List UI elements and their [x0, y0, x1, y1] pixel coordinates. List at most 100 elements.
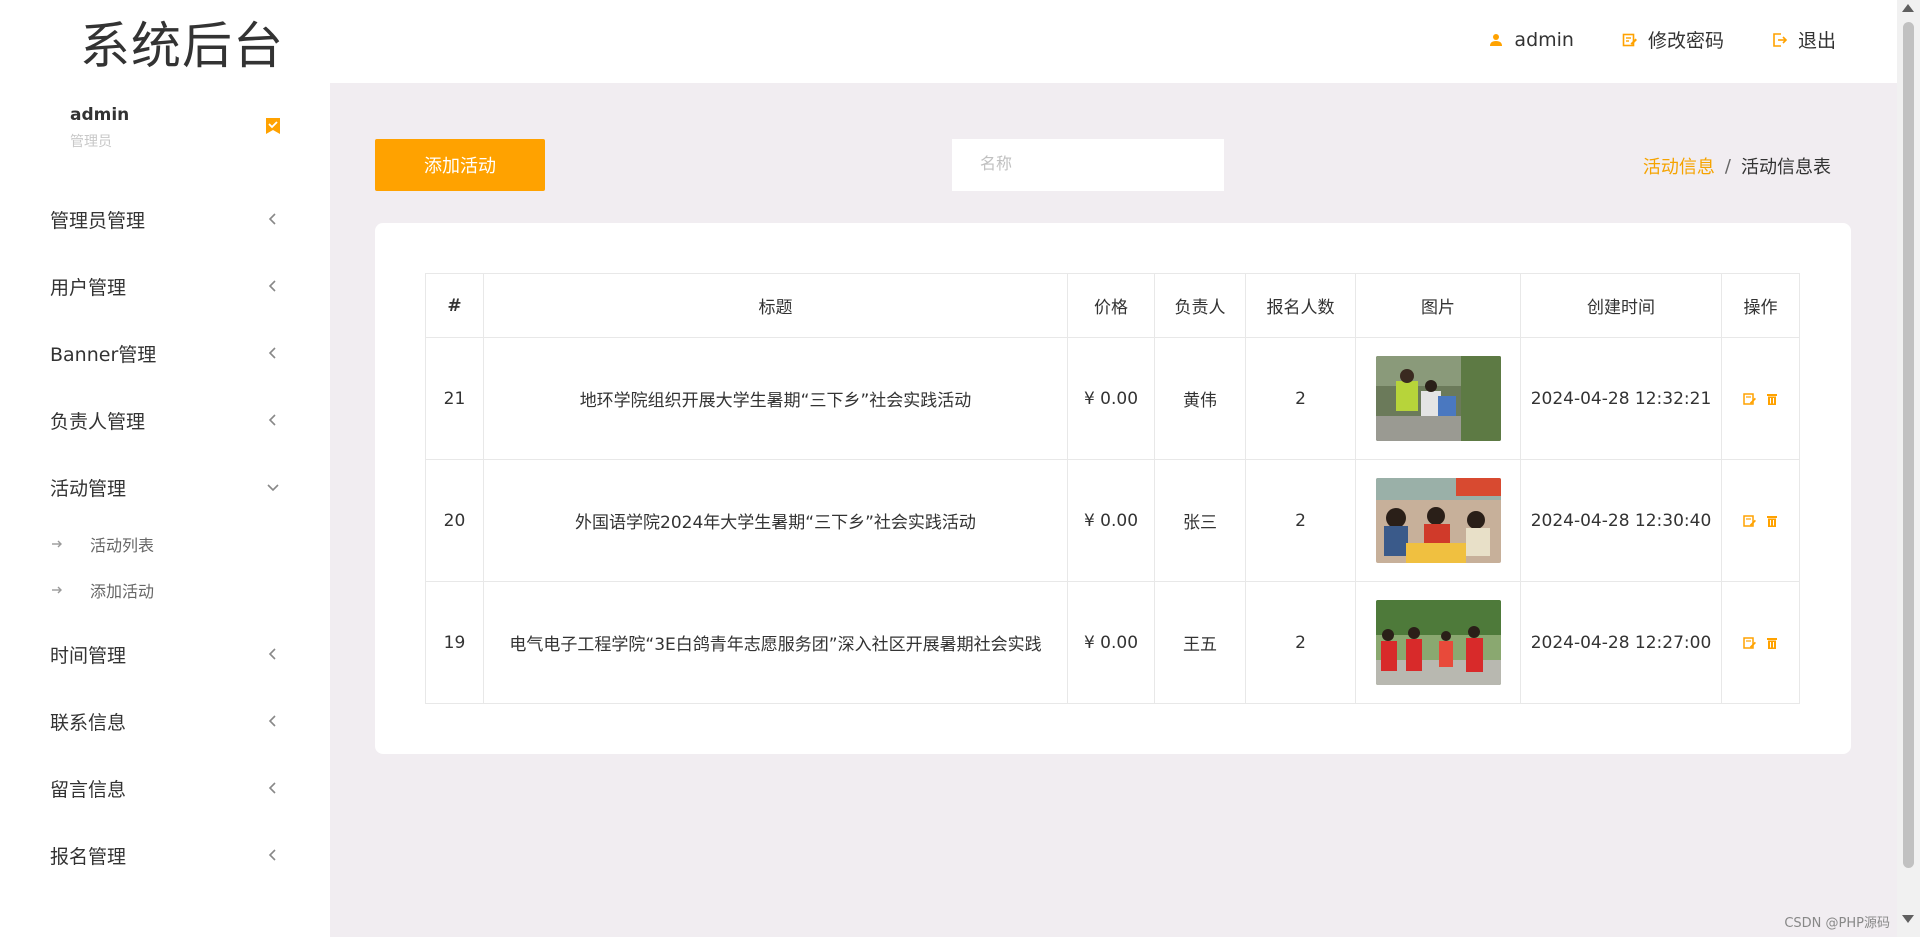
edit-icon[interactable] [1742, 636, 1757, 650]
activity-thumbnail [1375, 478, 1501, 563]
trash-icon[interactable] [1765, 392, 1779, 406]
sidebar-subitem-activity-list[interactable]: 活动列表 [0, 521, 330, 567]
cell-title: 外国语学院2024年大学生暑期“三下乡”社会实践活动 [483, 459, 1068, 582]
sidebar-user: admin 管理员 [70, 105, 129, 151]
cell-created: 2024-04-28 12:30:40 [1520, 459, 1722, 582]
sidebar-item-time-management[interactable]: 时间管理 [0, 621, 330, 688]
top-nav-user[interactable]: admin [1488, 29, 1574, 51]
arrow-right-icon [52, 540, 62, 548]
cell-owner: 王五 [1154, 581, 1246, 704]
sidebar-item-activity-management[interactable]: 活动管理 [0, 454, 330, 521]
arrow-right-icon [52, 586, 62, 594]
col-header-owner: 负责人 [1154, 273, 1246, 338]
sidebar: admin 管理员 管理员管理 用户管理 Banner管理 负责人管理 活动管理 [0, 83, 330, 937]
sidebar-item-messages[interactable]: 留言信息 [0, 755, 330, 822]
top-nav-change-password[interactable]: 修改密码 [1622, 26, 1724, 53]
sidebar-item-banner-management[interactable]: Banner管理 [0, 320, 330, 387]
logout-icon [1772, 32, 1788, 48]
col-header-count: 报名人数 [1245, 273, 1356, 338]
activity-table: # 标题 价格 负责人 报名人数 图片 创建时间 操作 21 地环学院组织开展大… [425, 273, 1800, 704]
top-nav: admin 修改密码 退出 [1488, 26, 1836, 53]
cell-image [1355, 581, 1521, 704]
activity-thumbnail [1375, 356, 1501, 441]
cell-price: ¥ 0.00 [1067, 581, 1155, 704]
search-input[interactable] [952, 139, 1224, 191]
cell-id: 21 [425, 337, 484, 460]
page-scrollbar[interactable] [1897, 0, 1920, 937]
cell-image [1355, 337, 1521, 460]
sidebar-item-label: 用户管理 [50, 277, 127, 299]
sidebar-item-label: 管理员管理 [50, 210, 146, 232]
edit-icon [1622, 32, 1638, 48]
table-row: 21 地环学院组织开展大学生暑期“三下乡”社会实践活动 ¥ 0.00 黄伟 2 [425, 337, 1800, 460]
sidebar-item-admin-management[interactable]: 管理员管理 [0, 186, 330, 253]
top-nav-user-label: admin [1514, 28, 1574, 51]
table-row: 20 外国语学院2024年大学生暑期“三下乡”社会实践活动 ¥ 0.00 张三 … [425, 459, 1800, 582]
chevron-left-icon [268, 715, 276, 727]
chevron-left-icon [268, 347, 276, 359]
bookmark-check-icon[interactable] [266, 118, 280, 134]
scroll-down-arrow-icon[interactable] [1902, 915, 1914, 923]
sidebar-item-user-management[interactable]: 用户管理 [0, 253, 330, 320]
sidebar-item-label: Banner管理 [50, 344, 157, 366]
trash-icon[interactable] [1765, 514, 1779, 528]
top-nav-logout[interactable]: 退出 [1772, 26, 1836, 53]
add-activity-button[interactable]: 添加活动 [375, 139, 545, 191]
top-header: 系统后台 admin 修改密码 退出 [0, 0, 1920, 83]
sidebar-item-label: 报名管理 [50, 846, 127, 868]
breadcrumb: 活动信息 / 活动信息表 [1643, 153, 1831, 179]
cell-owner: 黄伟 [1154, 337, 1246, 460]
scroll-up-arrow-icon[interactable] [1902, 4, 1914, 12]
sidebar-item-label: 活动管理 [50, 478, 127, 500]
cell-actions [1721, 459, 1800, 582]
chevron-left-icon [268, 213, 276, 225]
table-header-row: # 标题 价格 负责人 报名人数 图片 创建时间 操作 [425, 273, 1800, 338]
activity-submenu: 活动列表 添加活动 [0, 521, 330, 621]
top-nav-logout-label: 退出 [1797, 30, 1836, 52]
col-header-image: 图片 [1355, 273, 1521, 338]
table-card: # 标题 价格 负责人 报名人数 图片 创建时间 操作 21 地环学院组织开展大… [375, 223, 1851, 754]
chevron-left-icon [268, 782, 276, 794]
col-header-id: # [425, 273, 484, 338]
top-nav-change-password-label: 修改密码 [1647, 30, 1724, 52]
breadcrumb-link[interactable]: 活动信息 [1643, 153, 1715, 179]
sidebar-item-owner-management[interactable]: 负责人管理 [0, 387, 330, 454]
breadcrumb-separator: / [1724, 155, 1731, 177]
sidebar-item-registration-management[interactable]: 报名管理 [0, 822, 330, 889]
sidebar-item-label: 留言信息 [50, 779, 127, 801]
sidebar-subitem-add-activity[interactable]: 添加活动 [0, 567, 330, 613]
cell-price: ¥ 0.00 [1067, 337, 1155, 460]
table-row: 19 电气电子工程学院“3E白鸽青年志愿服务团”深入社区开展暑期社会实践 ¥ 0… [425, 581, 1800, 704]
main-content: 添加活动 活动信息 / 活动信息表 # 标题 价格 负责人 报名人数 图片 创建… [330, 83, 1897, 937]
cell-image [1355, 459, 1521, 582]
activity-thumbnail [1375, 600, 1501, 685]
scrollbar-thumb[interactable] [1903, 22, 1914, 868]
cell-actions [1721, 337, 1800, 460]
cell-count: 2 [1245, 337, 1356, 460]
col-header-title: 标题 [483, 273, 1068, 338]
cell-title: 地环学院组织开展大学生暑期“三下乡”社会实践活动 [483, 337, 1068, 460]
edit-icon[interactable] [1742, 392, 1757, 406]
chevron-left-icon [268, 849, 276, 861]
cell-id: 20 [425, 459, 484, 582]
cell-created: 2024-04-28 12:27:00 [1520, 581, 1722, 704]
sidebar-item-label: 联系信息 [50, 712, 127, 734]
col-header-actions: 操作 [1721, 273, 1800, 338]
sidebar-item-contact-info[interactable]: 联系信息 [0, 688, 330, 755]
cell-id: 19 [425, 581, 484, 704]
sidebar-menu: 管理员管理 用户管理 Banner管理 负责人管理 活动管理 活动列表 添加活动… [0, 186, 330, 889]
user-name: admin [70, 105, 130, 125]
cell-count: 2 [1245, 581, 1356, 704]
sidebar-subitem-label: 活动列表 [90, 536, 155, 555]
sidebar-item-label: 时间管理 [50, 645, 127, 667]
user-icon [1488, 32, 1504, 48]
col-header-created: 创建时间 [1520, 273, 1722, 338]
chevron-left-icon [268, 414, 276, 426]
cell-owner: 张三 [1154, 459, 1246, 582]
cell-price: ¥ 0.00 [1067, 459, 1155, 582]
cell-count: 2 [1245, 459, 1356, 582]
trash-icon[interactable] [1765, 636, 1779, 650]
cell-actions [1721, 581, 1800, 704]
edit-icon[interactable] [1742, 514, 1757, 528]
sidebar-subitem-label: 添加活动 [90, 582, 155, 601]
